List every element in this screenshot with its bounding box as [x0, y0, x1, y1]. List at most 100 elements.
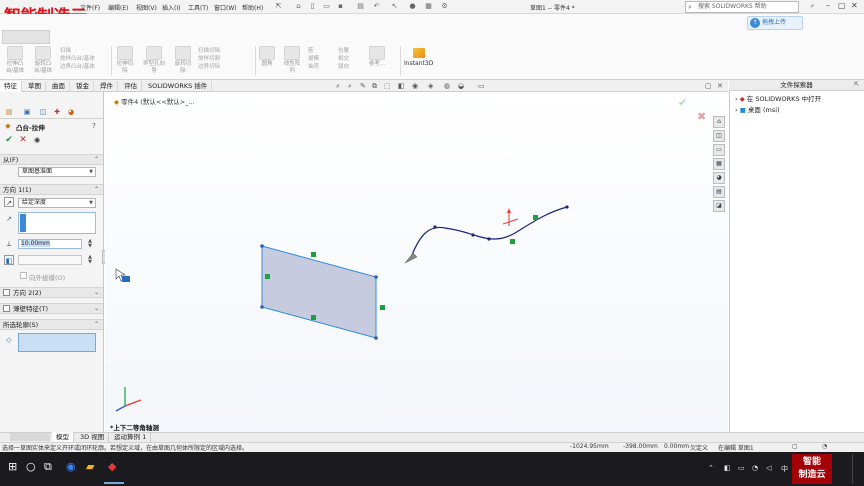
battery-icon[interactable]: ▭	[738, 464, 745, 472]
view-palette-icon[interactable]: ▦	[713, 158, 725, 170]
close-pane-icon[interactable]: ✕	[717, 82, 723, 90]
menu-view[interactable]: 视图(V)	[136, 3, 157, 12]
end-condition-select[interactable]: 给定深度 ▼	[18, 198, 96, 208]
vertical-relation-icon[interactable]	[380, 305, 385, 310]
tab-sheet-metal[interactable]: 钣金	[72, 81, 94, 92]
explorer-item-desktop[interactable]: › ■ 桌面 (msi)	[735, 104, 780, 114]
boundary-boss-tool[interactable]: 边界凸台/基体	[60, 62, 110, 70]
rib-tool[interactable]: 筋	[308, 46, 336, 54]
horizontal-relation-icon[interactable]	[311, 315, 316, 320]
open-file-icon[interactable]: ▭	[322, 2, 331, 11]
tab-features[interactable]: 特征	[0, 81, 22, 92]
menu-insert[interactable]: 插入(I)	[162, 3, 180, 12]
spline-point[interactable]	[565, 205, 569, 209]
loft-boss-tool[interactable]: 放样凸台/基体	[60, 54, 110, 62]
tab-3d-views[interactable]: 3D 视图	[76, 432, 110, 442]
sketch-vertex[interactable]	[374, 336, 378, 340]
thin-feature-section-header[interactable]: 薄壁特征(T) ⌄	[0, 303, 103, 314]
tab-addins[interactable]: SOLIDWORKS 插件	[144, 81, 213, 92]
solidworks-taskbar-icon[interactable]: ◆	[108, 460, 116, 473]
loft-cut-tool[interactable]: 放样切割	[198, 54, 254, 62]
previous-view-icon[interactable]: ✎	[360, 82, 366, 90]
tab-sketch[interactable]: 草图	[24, 81, 46, 92]
scene-icon[interactable]: ◒	[458, 82, 464, 90]
volume-icon[interactable]: ◁	[766, 464, 771, 472]
feature-manager-icon[interactable]: ▤	[4, 107, 14, 117]
help-icon[interactable]: ?	[89, 121, 99, 131]
sweep-tool[interactable]: 扫描	[60, 46, 110, 54]
direction-vector-field[interactable]	[18, 212, 96, 234]
custom-properties-icon[interactable]: ▤	[713, 186, 725, 198]
home-icon[interactable]: ⌂	[294, 2, 303, 11]
close-button[interactable]: ✕	[851, 1, 858, 10]
restore-pane-icon[interactable]: ▢	[705, 82, 712, 90]
options-icon[interactable]: ◔	[822, 443, 827, 450]
view-orientation-icon[interactable]: ◧	[398, 82, 405, 90]
direction1-section-header[interactable]: 方向 1(1) ⌃	[0, 184, 103, 195]
file-properties-icon[interactable]: ▦	[424, 2, 433, 11]
tab-surfaces[interactable]: 曲面	[48, 81, 70, 92]
sketch-spline[interactable]	[409, 206, 568, 261]
file-explorer-icon[interactable]: ▰	[86, 460, 94, 473]
tab-motion-study[interactable]: 运动算例 1	[110, 432, 152, 442]
print-icon[interactable]: ▤	[356, 2, 365, 11]
menu-tools[interactable]: 工具(T)	[188, 3, 208, 12]
intersect-tool[interactable]: 相交	[338, 54, 366, 62]
preview-eye-icon[interactable]: ◉	[32, 135, 42, 145]
draft-angle-input[interactable]	[18, 255, 82, 265]
network-icon[interactable]: ◔	[752, 464, 758, 472]
sketch-canvas[interactable]	[105, 93, 728, 432]
menu-window[interactable]: 窗口(W)	[214, 3, 237, 12]
draft-spinner[interactable]: ▲ ▼	[86, 255, 94, 265]
tab-weldments[interactable]: 焊件	[96, 81, 118, 92]
revolve-cut-tool[interactable]: 旋转切 除	[172, 46, 194, 75]
tray-app-icon[interactable]: ◧	[724, 464, 731, 472]
menu-help[interactable]: 帮助(H)	[242, 3, 263, 12]
restore-button[interactable]: ▢	[838, 1, 846, 10]
search-input[interactable]: ⌕ 搜索 SOLIDWORKS 帮助	[685, 1, 799, 13]
horizontal-relation-icon[interactable]	[311, 252, 316, 257]
cancel-x-icon[interactable]: ✕	[18, 135, 28, 145]
fillet-tool[interactable]: 圆角	[258, 46, 276, 68]
ime-indicator[interactable]: 中	[781, 464, 788, 474]
pin-icon[interactable]: ⇱	[274, 2, 283, 11]
search-go-icon[interactable]: ⌕	[808, 2, 817, 11]
sketch-vertex[interactable]	[374, 275, 378, 279]
draft-tool[interactable]: 拔模	[308, 54, 336, 62]
browser-icon[interactable]: ◉	[66, 460, 76, 473]
boundary-cut-tool[interactable]: 边界切除	[198, 62, 254, 70]
direction2-checkbox[interactable]	[3, 289, 10, 296]
spline-point[interactable]	[487, 237, 491, 241]
new-file-icon[interactable]: ▯	[308, 2, 317, 11]
property-manager-icon[interactable]: ▣	[22, 107, 32, 117]
thin-feature-checkbox[interactable]	[3, 305, 10, 312]
selected-contours-section-header[interactable]: 所选轮廓(S) ⌃	[0, 319, 103, 330]
options-icon[interactable]: ⚙	[440, 2, 449, 11]
appearances-icon[interactable]: ◕	[713, 172, 725, 184]
save-icon[interactable]: ▪	[336, 2, 345, 11]
linear-pattern-tool[interactable]: 线性阵 列	[278, 46, 306, 75]
minimize-button[interactable]: –	[826, 1, 830, 10]
section-view-icon[interactable]: ⧉	[372, 82, 377, 91]
forum-icon[interactable]: ◪	[713, 200, 725, 212]
tab-scroll-arrows[interactable]	[10, 433, 50, 441]
sketch-rectangle[interactable]	[261, 245, 377, 339]
depth-input[interactable]: 10.00mm	[18, 239, 82, 249]
display-manager-icon[interactable]: ◕	[66, 107, 76, 117]
show-desktop-button[interactable]	[852, 454, 862, 484]
zoom-to-fit-icon[interactable]: ⌕	[336, 82, 340, 91]
hide-show-icon[interactable]: ◈	[428, 82, 433, 90]
mirror-tool[interactable]: 镜向	[338, 62, 366, 70]
hole-wizard-tool[interactable]: 异型孔向 导	[138, 46, 170, 75]
folder-icon[interactable]: ▭	[713, 144, 725, 156]
direction2-section-header[interactable]: 方向 2(2) ⌄	[0, 287, 103, 298]
task-view-icon[interactable]: ⧉	[44, 460, 52, 474]
search-icon[interactable]: ○	[26, 460, 36, 473]
spline-point[interactable]	[433, 225, 437, 229]
tab-model[interactable]: 模型	[52, 432, 74, 442]
instant3d-tool[interactable]: Instant3D	[404, 48, 433, 67]
vertical-relation-icon[interactable]	[265, 274, 270, 279]
undo-icon[interactable]: ↶	[372, 2, 381, 11]
sketch-vertex[interactable]	[260, 305, 264, 309]
dimxpert-icon[interactable]: ✚	[52, 107, 62, 117]
